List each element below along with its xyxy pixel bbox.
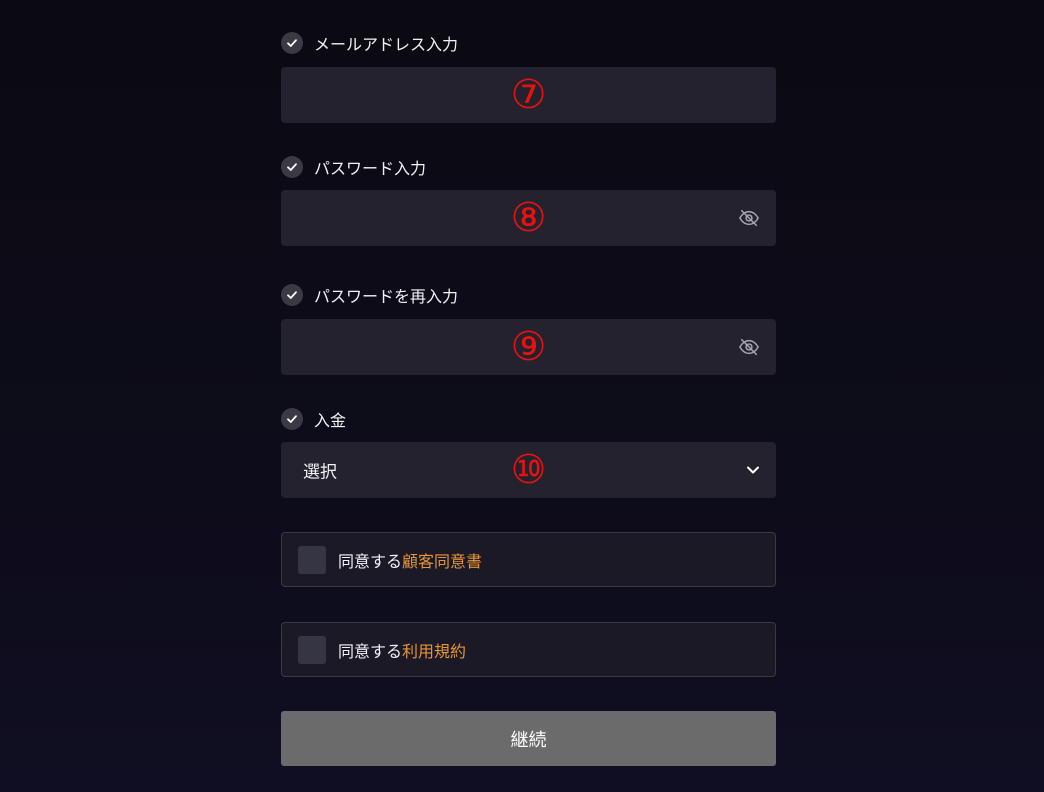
agreement-prefix: 同意する <box>338 641 403 661</box>
customer-consent-checkbox[interactable] <box>298 545 326 574</box>
check-icon <box>281 284 303 306</box>
deposit-label-row: 入金 <box>281 408 346 430</box>
deposit-select[interactable]: 選択 ⑩ <box>281 442 776 498</box>
agreement-prefix: 同意する <box>338 551 403 571</box>
eye-off-icon[interactable] <box>738 207 760 229</box>
password-confirm-label: パスワードを再入力 <box>314 287 459 306</box>
email-label: メールアドレス入力 <box>314 35 459 54</box>
deposit-label: 入金 <box>314 411 347 430</box>
password-field[interactable] <box>281 190 776 246</box>
password-confirm-field[interactable] <box>281 319 776 375</box>
password-confirm-label-row: パスワードを再入力 <box>281 284 458 306</box>
email-field-container: ⑦ <box>281 67 776 123</box>
deposit-selected-value: 選択 <box>303 462 337 483</box>
email-label-row: メールアドレス入力 <box>281 32 458 54</box>
annotation-marker-10: ⑩ <box>510 447 547 493</box>
password-label: パスワード入力 <box>314 159 427 178</box>
password-field-container: ⑧ <box>281 190 776 246</box>
terms-of-use-checkbox[interactable] <box>298 635 326 664</box>
agreement-customer-consent: 同意する 顧客同意書 <box>281 532 776 587</box>
password-confirm-field-container: ⑨ <box>281 319 776 375</box>
eye-off-icon[interactable] <box>738 336 760 358</box>
check-icon <box>281 32 303 54</box>
email-field[interactable] <box>281 67 776 123</box>
agreement-terms-of-use: 同意する 利用規約 <box>281 622 776 677</box>
terms-of-use-link[interactable]: 利用規約 <box>402 638 466 662</box>
customer-consent-link[interactable]: 顧客同意書 <box>402 548 482 572</box>
password-label-row: パスワード入力 <box>281 156 426 178</box>
chevron-down-icon[interactable] <box>744 461 762 479</box>
check-icon <box>281 408 303 430</box>
continue-button[interactable]: 継続 <box>281 711 776 766</box>
check-icon <box>281 156 303 178</box>
